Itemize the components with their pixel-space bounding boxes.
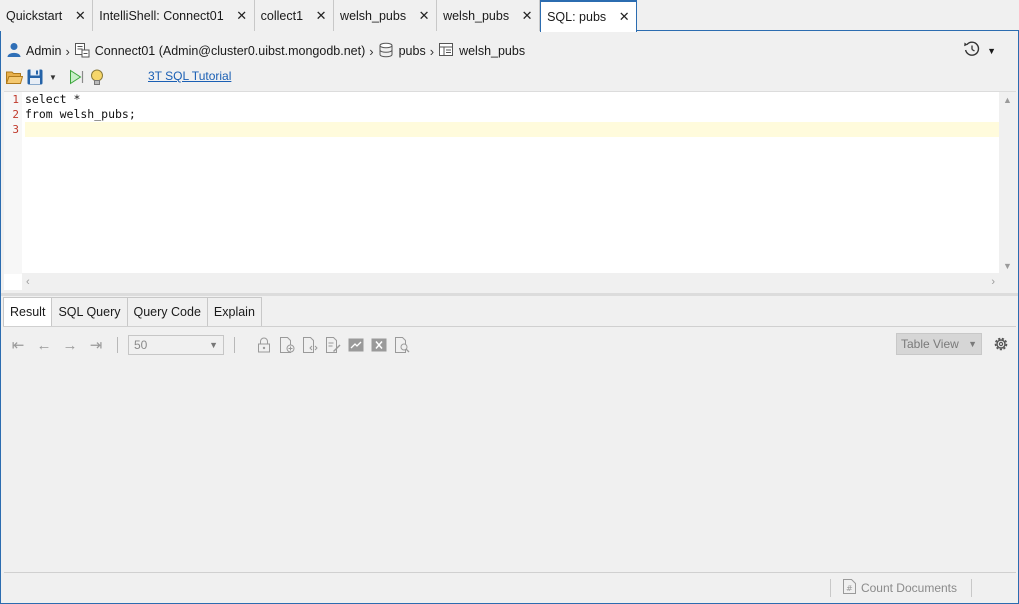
breadcrumb-collection-label: welsh_pubs bbox=[459, 44, 526, 58]
editor-results-splitter[interactable] bbox=[1, 293, 1018, 296]
chevron-right-icon: › bbox=[369, 43, 374, 59]
database-icon bbox=[378, 42, 394, 61]
tab-label: IntelliShell: Connect01 bbox=[99, 8, 224, 23]
page-size-select[interactable]: 50 ▼ bbox=[128, 335, 224, 355]
line-number: 3 bbox=[12, 123, 19, 136]
view-mode-value: Table View bbox=[901, 337, 959, 351]
hint-bulb-icon[interactable] bbox=[88, 68, 106, 86]
view-mode-select[interactable]: Table View ▼ bbox=[896, 333, 982, 355]
chevron-right-icon: › bbox=[429, 43, 435, 59]
close-icon[interactable]: ✕ bbox=[618, 10, 630, 23]
first-page-icon[interactable]: ⇤ bbox=[5, 336, 31, 354]
code-line-current[interactable] bbox=[25, 122, 1001, 137]
scroll-left-icon[interactable]: ‹ bbox=[26, 276, 30, 288]
close-icon[interactable]: ✕ bbox=[74, 9, 86, 22]
close-icon[interactable]: ✕ bbox=[236, 9, 248, 22]
find-document-icon[interactable] bbox=[392, 336, 412, 354]
tab-label: welsh_pubs bbox=[443, 8, 510, 23]
scrollbar-corner bbox=[999, 273, 1016, 290]
previous-page-icon[interactable]: ← bbox=[31, 337, 57, 354]
results-pane bbox=[3, 326, 1016, 572]
breadcrumb-database[interactable]: pubs bbox=[378, 42, 426, 61]
code-line[interactable]: from welsh_pubs; bbox=[25, 107, 1001, 122]
server-icon bbox=[74, 42, 90, 61]
editor-vertical-scrollbar[interactable]: ▲ ▼ bbox=[999, 92, 1016, 274]
add-document-icon[interactable] bbox=[277, 336, 297, 354]
sql-editor[interactable]: 1 2 3 select * from welsh_pubs; ▲ ▼ ‹ › bbox=[4, 91, 1016, 290]
tab-intellishell[interactable]: IntelliShell: Connect01 ✕ bbox=[93, 0, 255, 31]
tab-quickstart[interactable]: Quickstart ✕ bbox=[0, 0, 94, 31]
close-icon[interactable]: ✕ bbox=[418, 9, 430, 22]
chevron-down-icon: ▼ bbox=[968, 339, 977, 349]
results-toolbar: ⇤ ← → ⇥ 50 ▼ Table View ▼ bbox=[5, 333, 1016, 357]
count-icon: # bbox=[842, 579, 856, 597]
tab-label: SQL: pubs bbox=[547, 10, 607, 24]
chevron-down-icon: ▼ bbox=[987, 45, 996, 56]
gear-icon[interactable] bbox=[992, 335, 1010, 356]
close-icon[interactable]: ✕ bbox=[521, 9, 533, 22]
breadcrumb: Admin › Connect01 (Admin@cluster0.uibst.… bbox=[7, 41, 525, 61]
breadcrumb-collection[interactable]: welsh_pubs bbox=[438, 42, 525, 60]
history-icon bbox=[963, 40, 981, 61]
scroll-right-icon[interactable]: › bbox=[991, 276, 995, 288]
tab-welsh-pubs-2[interactable]: welsh_pubs ✕ bbox=[437, 0, 541, 31]
open-folder-icon[interactable] bbox=[5, 68, 23, 86]
edit-table-icon[interactable] bbox=[346, 336, 366, 354]
code-line[interactable]: select * bbox=[25, 92, 1001, 107]
tab-explain[interactable]: Explain bbox=[206, 297, 262, 326]
tab-label: collect1 bbox=[260, 8, 304, 23]
scroll-down-icon[interactable]: ▼ bbox=[999, 258, 1016, 274]
tab-sql-query[interactable]: SQL Query bbox=[51, 297, 128, 326]
results-tab-bar: Result SQL Query Query Code Explain bbox=[3, 297, 262, 326]
code-area[interactable]: select * from welsh_pubs; bbox=[25, 92, 1001, 137]
edit-document-icon[interactable] bbox=[323, 336, 343, 354]
editor-horizontal-scrollbar[interactable]: ‹ › bbox=[22, 273, 999, 290]
edit-json-icon[interactable] bbox=[300, 336, 320, 354]
collection-icon bbox=[438, 42, 454, 60]
tab-collect1[interactable]: collect1 ✕ bbox=[254, 0, 335, 31]
close-icon[interactable]: ✕ bbox=[315, 9, 327, 22]
save-icon[interactable] bbox=[26, 68, 44, 86]
tab-sql-pubs[interactable]: SQL: pubs ✕ bbox=[540, 0, 638, 32]
breadcrumb-user-label: Admin bbox=[26, 44, 62, 58]
toolbar-separator bbox=[234, 337, 235, 353]
toolbar-separator bbox=[117, 337, 118, 353]
scroll-up-icon[interactable]: ▲ bbox=[999, 92, 1016, 108]
tab-result[interactable]: Result bbox=[3, 297, 53, 326]
tab-query-code[interactable]: Query Code bbox=[126, 297, 208, 326]
editor-toolbar: ▼ bbox=[5, 67, 109, 87]
history-button[interactable]: ▼ bbox=[963, 40, 996, 61]
tab-label: welsh_pubs bbox=[340, 8, 407, 23]
line-number: 2 bbox=[12, 108, 19, 121]
line-number: 1 bbox=[12, 93, 19, 106]
breadcrumb-connection-label: Connect01 (Admin@cluster0.uibst.mongodb.… bbox=[94, 44, 366, 58]
tab-welsh-pubs-1[interactable]: welsh_pubs ✕ bbox=[334, 0, 438, 31]
next-page-icon[interactable]: → bbox=[57, 337, 83, 354]
sql-tutorial-link[interactable]: 3T SQL Tutorial bbox=[148, 69, 231, 83]
breadcrumb-connection[interactable]: Connect01 (Admin@cluster0.uibst.mongodb.… bbox=[74, 42, 365, 61]
sql-query-panel: Admin › Connect01 (Admin@cluster0.uibst.… bbox=[0, 31, 1019, 604]
delete-document-icon[interactable] bbox=[369, 336, 389, 354]
user-icon bbox=[7, 42, 21, 60]
chevron-right-icon: › bbox=[65, 43, 70, 59]
tab-label: Quickstart bbox=[6, 8, 63, 23]
status-bar: # Count Documents bbox=[4, 572, 1016, 600]
page-size-value: 50 bbox=[134, 338, 148, 352]
count-documents-label: Count Documents bbox=[860, 581, 957, 595]
toolbar-spacer bbox=[245, 337, 246, 353]
chevron-down-icon: ▼ bbox=[209, 340, 218, 350]
save-options-dropdown[interactable]: ▼ bbox=[49, 73, 57, 82]
document-tab-strip: Quickstart ✕ IntelliShell: Connect01 ✕ c… bbox=[0, 0, 1019, 32]
line-number-gutter: 1 2 3 bbox=[4, 92, 22, 274]
breadcrumb-user[interactable]: Admin bbox=[7, 42, 61, 60]
run-icon[interactable] bbox=[67, 68, 85, 86]
svg-text:#: # bbox=[846, 584, 853, 593]
lock-icon[interactable] bbox=[254, 336, 274, 354]
breadcrumb-database-label: pubs bbox=[398, 44, 426, 58]
last-page-icon[interactable]: ⇥ bbox=[83, 336, 109, 354]
count-documents-button[interactable]: # Count Documents bbox=[829, 579, 972, 597]
